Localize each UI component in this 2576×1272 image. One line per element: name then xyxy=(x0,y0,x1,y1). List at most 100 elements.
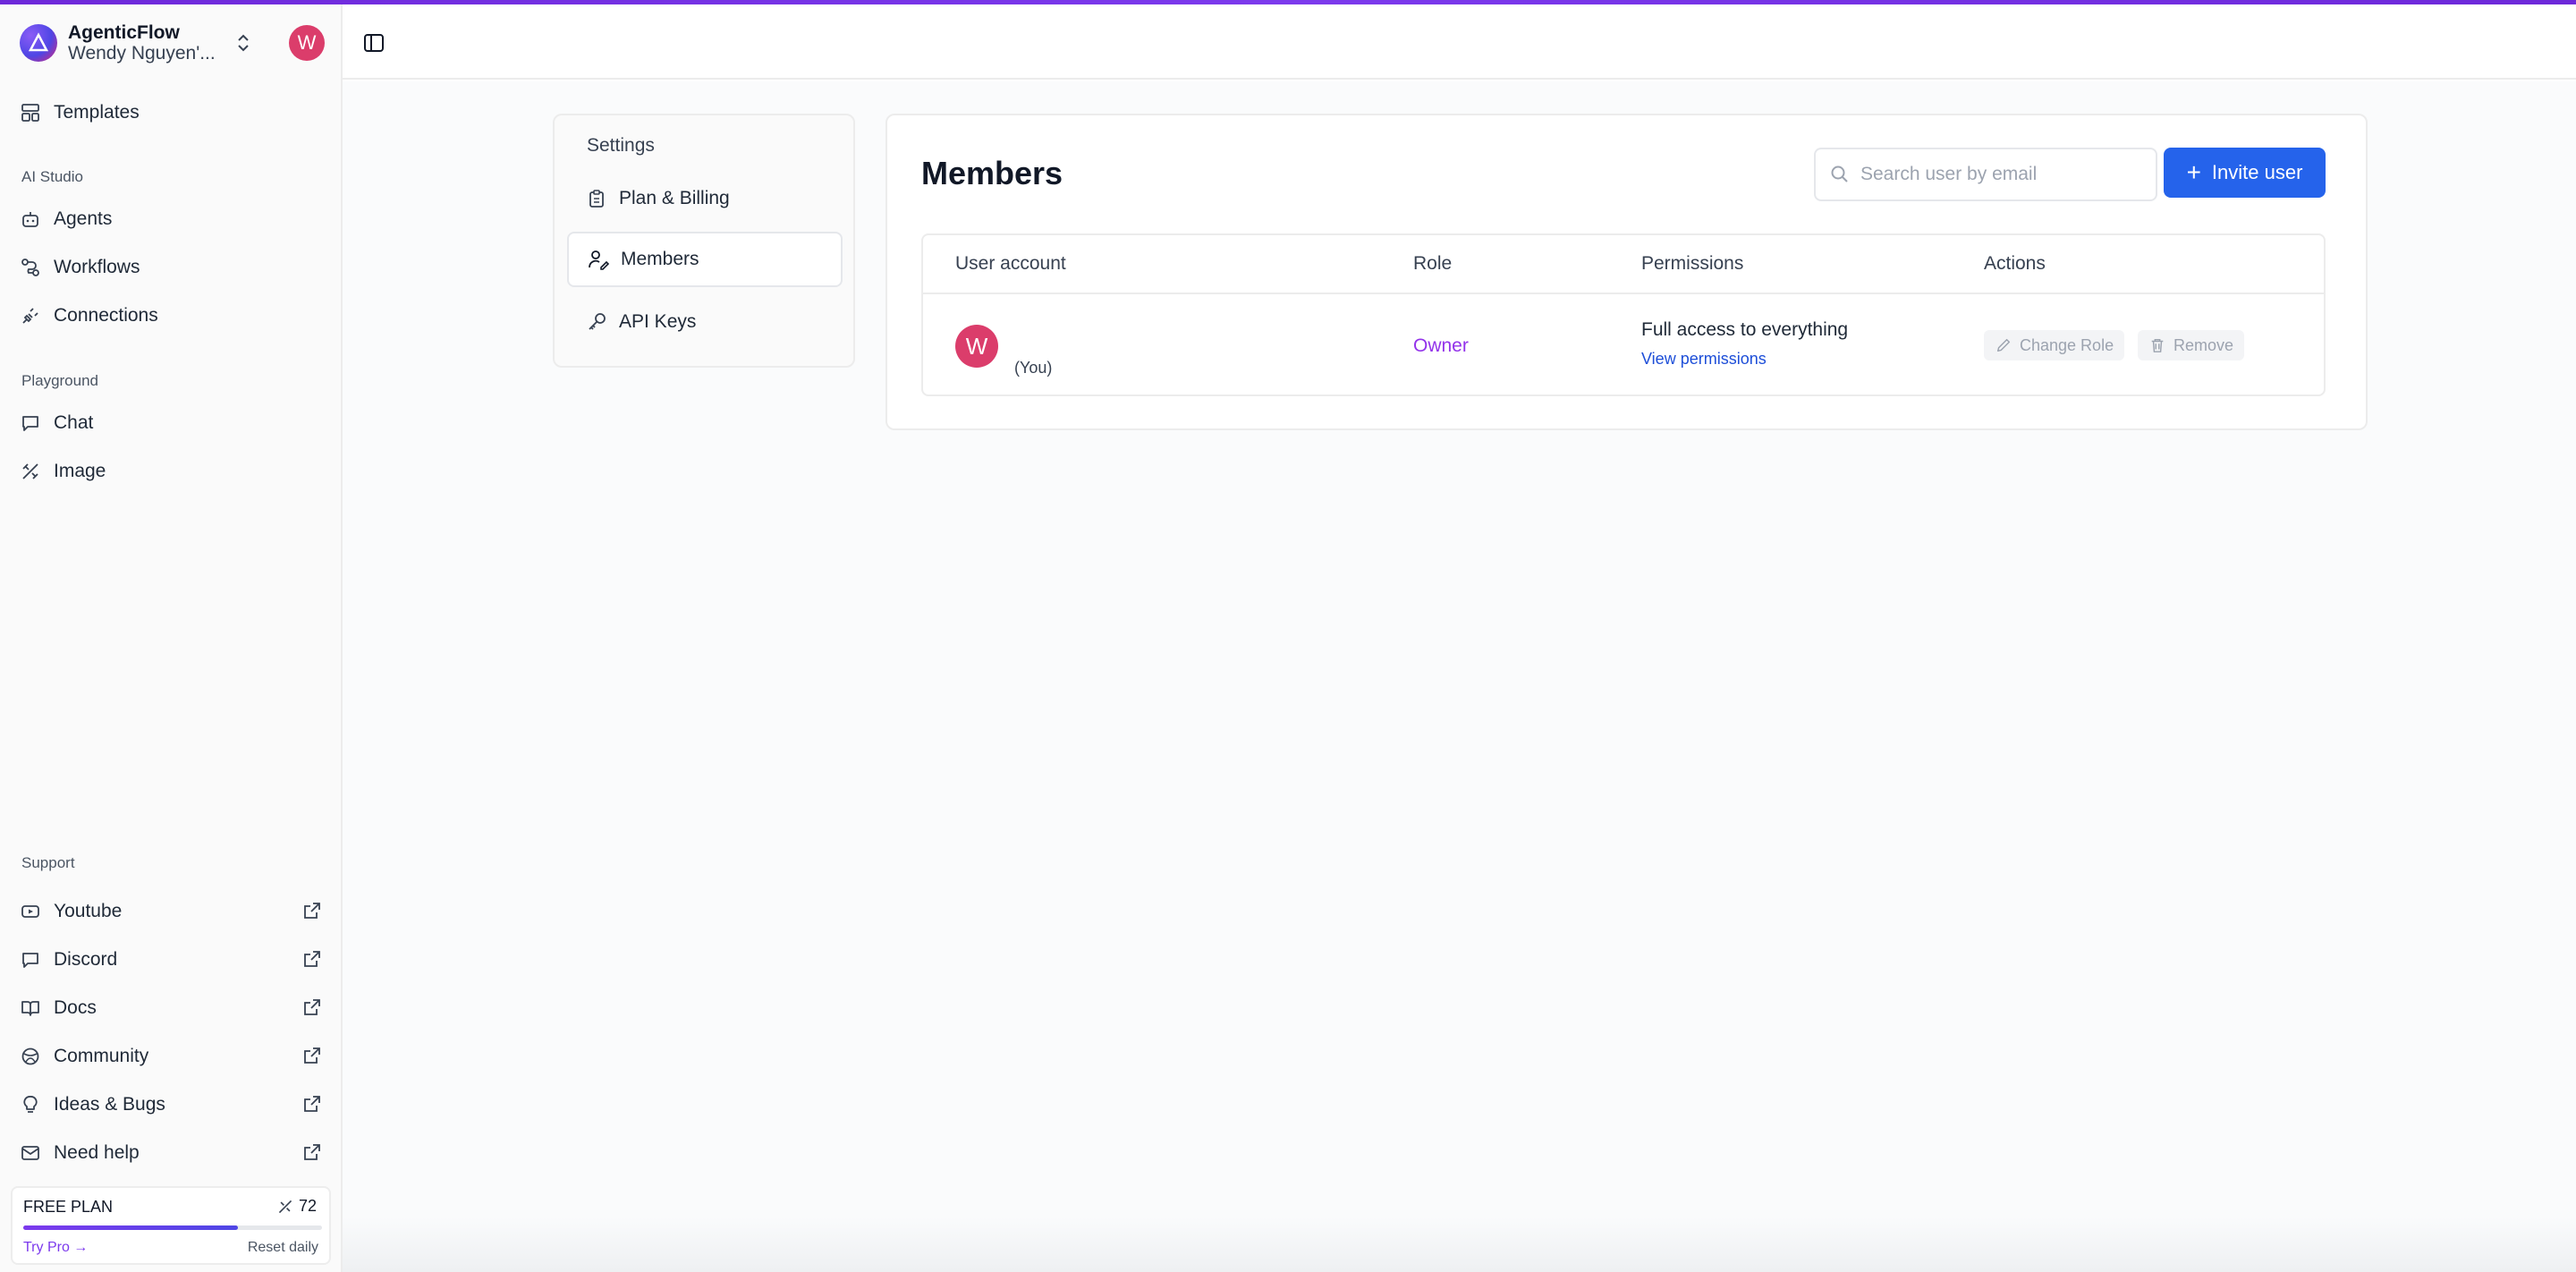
workflow-icon xyxy=(20,257,41,278)
section-label-support: Support xyxy=(21,854,75,871)
reset-daily-label: Reset daily xyxy=(247,1240,318,1255)
sidebar-item-label: Docs xyxy=(54,997,97,1018)
brand-name: AgenticFlow xyxy=(68,21,180,43)
sidebar-item-docs[interactable]: Docs xyxy=(20,990,324,1026)
sidebar-item-chat[interactable]: Chat xyxy=(20,405,324,441)
view-permissions-link[interactable]: View permissions xyxy=(1641,350,1767,369)
invite-user-button[interactable]: + Invite user xyxy=(2164,148,2326,198)
key-icon xyxy=(585,310,608,334)
member-you-label: (You) xyxy=(1014,359,1053,377)
credits-icon xyxy=(277,1199,293,1215)
lightbulb-icon xyxy=(20,1094,41,1115)
main-content: Settings Plan & Billing Members API Keys… xyxy=(343,81,2576,1272)
workspace-name: Wendy Nguyen'... xyxy=(68,42,216,64)
change-role-button[interactable]: Change Role xyxy=(1984,330,2125,360)
remove-label: Remove xyxy=(2174,335,2234,354)
plan-credits: 72 xyxy=(277,1197,317,1216)
mail-icon xyxy=(20,1142,41,1164)
pencil-icon xyxy=(1995,336,2012,354)
credits-count: 72 xyxy=(298,1197,317,1215)
trash-icon xyxy=(2148,336,2166,354)
column-header-role: Role xyxy=(1413,253,1453,274)
member-permissions: Full access to everything xyxy=(1641,319,1849,340)
image-brush-icon xyxy=(20,461,41,482)
members-table: User account Role Permissions Actions W … xyxy=(921,233,2326,396)
sidebar-item-label: Workflows xyxy=(54,257,140,277)
sidebar-item-agents[interactable]: Agents xyxy=(20,201,324,237)
external-link-icon xyxy=(302,1094,324,1115)
search-input[interactable] xyxy=(1860,164,2147,185)
sidebar-item-label: Templates xyxy=(54,102,140,123)
settings-item-label: Plan & Billing xyxy=(619,188,730,208)
column-header-actions: Actions xyxy=(1984,253,2046,274)
sidebar-item-label: Community xyxy=(54,1046,149,1066)
external-link-icon xyxy=(302,1046,324,1067)
column-header-permissions: Permissions xyxy=(1641,253,1744,274)
section-label-playground: Playground xyxy=(21,372,99,389)
sidebar-item-label: Agents xyxy=(54,208,113,229)
column-header-user-account: User account xyxy=(955,253,1066,274)
sidebar-item-workflows[interactable]: Workflows xyxy=(20,250,324,285)
member-role: Owner xyxy=(1413,335,1469,356)
sidebar-item-connections[interactable]: Connections xyxy=(20,298,324,334)
member-avatar: W xyxy=(955,325,998,368)
external-link-icon xyxy=(302,1142,324,1164)
bot-icon xyxy=(20,208,41,230)
brand-logo-icon xyxy=(20,24,57,62)
sidebar-item-label: Need help xyxy=(54,1142,140,1163)
search-icon xyxy=(1830,165,1850,184)
sidebar-item-discord[interactable]: Discord xyxy=(20,942,324,978)
top-bar xyxy=(343,4,2576,80)
plan-usage-fill xyxy=(23,1225,239,1230)
members-panel: Members + Invite user User account Role … xyxy=(886,114,2368,430)
sidebar: AgenticFlow Wendy Nguyen'... W Templates… xyxy=(0,0,343,1272)
workspace-switcher[interactable]: AgenticFlow Wendy Nguyen'... xyxy=(20,21,333,64)
templates-icon xyxy=(20,102,41,123)
user-edit-icon xyxy=(587,248,610,271)
sidebar-item-youtube[interactable]: Youtube xyxy=(20,894,324,929)
sidebar-item-label: Connections xyxy=(54,305,158,326)
clipboard-icon xyxy=(585,187,608,210)
chevron-up-down-icon[interactable] xyxy=(233,30,254,56)
plan-card: FREE PLAN 72 Try Pro → Reset daily xyxy=(11,1186,331,1265)
invite-user-label: Invite user xyxy=(2211,161,2303,183)
chat-icon xyxy=(20,412,41,434)
settings-title: Settings xyxy=(587,135,655,156)
sidebar-toggle-icon[interactable] xyxy=(362,31,386,55)
settings-item-members[interactable]: Members xyxy=(567,232,843,287)
user-avatar[interactable]: W xyxy=(289,25,325,61)
community-icon xyxy=(20,1046,41,1067)
remove-button[interactable]: Remove xyxy=(2138,330,2245,360)
sidebar-item-label: Ideas & Bugs xyxy=(54,1094,165,1115)
sidebar-item-ideas-bugs[interactable]: Ideas & Bugs xyxy=(20,1087,324,1123)
sidebar-item-label: Chat xyxy=(54,412,94,433)
external-link-icon xyxy=(302,949,324,971)
plus-icon: + xyxy=(2186,158,2201,186)
section-label-ai-studio: AI Studio xyxy=(21,168,83,185)
plan-title: FREE PLAN xyxy=(23,1198,114,1216)
youtube-icon xyxy=(20,901,41,922)
table-header: User account Role Permissions Actions xyxy=(923,235,2324,294)
top-accent-line xyxy=(0,0,2576,4)
book-icon xyxy=(20,997,41,1019)
plan-usage-bar xyxy=(23,1225,322,1230)
settings-item-label: Members xyxy=(621,249,699,269)
plug-icon xyxy=(20,305,41,326)
sidebar-item-image[interactable]: Image xyxy=(20,454,324,489)
try-pro-link[interactable]: Try Pro → xyxy=(23,1240,88,1256)
settings-item-plan-billing[interactable]: Plan & Billing xyxy=(567,171,843,226)
discord-icon xyxy=(20,949,41,971)
sidebar-item-need-help[interactable]: Need help xyxy=(20,1135,324,1171)
sidebar-item-community[interactable]: Community xyxy=(20,1039,324,1074)
page-title: Members xyxy=(921,155,1063,191)
bottom-shadow xyxy=(343,1217,2576,1272)
sidebar-item-label: Discord xyxy=(54,949,118,970)
settings-nav: Settings Plan & Billing Members API Keys xyxy=(553,114,855,368)
settings-item-api-keys[interactable]: API Keys xyxy=(567,294,843,350)
external-link-icon xyxy=(302,901,324,922)
search-box[interactable] xyxy=(1814,148,2157,201)
sidebar-item-templates[interactable]: Templates xyxy=(20,95,324,131)
sidebar-item-label: Youtube xyxy=(54,901,123,921)
external-link-icon xyxy=(302,997,324,1019)
sidebar-item-label: Image xyxy=(54,461,106,481)
